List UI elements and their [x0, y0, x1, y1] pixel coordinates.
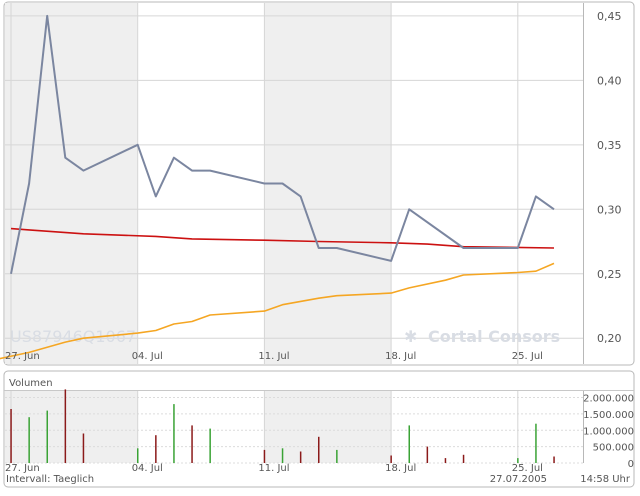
volume-bar [318, 436, 320, 463]
volume-x-tick-label: 11. Jul [258, 463, 289, 474]
price-y-tick-label: 0,25 [597, 268, 622, 281]
stock-chart: US87946Q1067 ✱ Cortal Consors 0,45 0,40 0,… [0, 1, 635, 488]
volume-panel: Volumen 2.000.000 1.500.000 1.000.000 500.0… [3, 370, 635, 488]
volume-bar [299, 451, 302, 463]
volume-x-tick-label: 27. Jun [5, 463, 40, 474]
price-y-tick-label: 0,30 [597, 203, 622, 216]
volume-bar [390, 455, 392, 463]
price-x-tick-label: 04. Jul [132, 351, 163, 362]
volume-y-tick-label: 500.000 [593, 443, 634, 454]
price-panel: US87946Q1067 ✱ Cortal Consors 0,45 0,40 0,… [0, 1, 635, 366]
interval-label: Intervall: Taeglich [6, 474, 94, 485]
volume-bar [426, 446, 429, 463]
volume-y-tick-label: 0 [628, 459, 634, 470]
volume-bar [82, 433, 85, 463]
volume-bar [263, 449, 266, 463]
timestamp-time: 14:58 Uhr [580, 474, 631, 485]
volume-y-tick-label: 1.500.000 [583, 410, 634, 421]
price-x-tick-label: 18. Jul [385, 351, 416, 362]
price-y-tick-label: 0,45 [597, 10, 622, 23]
price-y-tick-label: 0,40 [597, 74, 622, 87]
price-y-tick-label: 0,35 [597, 139, 622, 152]
week-band [5, 3, 138, 364]
price-x-tick-label: 11. Jul [258, 351, 289, 362]
week-band [5, 391, 138, 463]
volume-y-tick-label: 1.000.000 [583, 426, 634, 437]
price-x-tick-label: 25. Jul [512, 351, 543, 362]
volume-bar [336, 449, 338, 463]
price-x-tick-label: 27. Jun [5, 351, 40, 362]
volume-x-tick-label: 04. Jul [132, 463, 163, 474]
isin-watermark: US87946Q1067 [10, 327, 136, 346]
volume-bar [408, 425, 410, 463]
volume-bar [10, 409, 12, 463]
volume-title: Volumen [9, 378, 53, 389]
volume-bar [191, 425, 193, 463]
volume-y-tick-label: 2.000.000 [583, 394, 634, 405]
brand-watermark: Cortal Consors [428, 327, 560, 346]
volume-bar [137, 448, 139, 463]
volume-bar [535, 423, 537, 463]
volume-bar [462, 454, 465, 463]
volume-x-tick-label: 25. Jul [512, 463, 543, 474]
volume-bar [155, 435, 157, 463]
volume-bar [444, 458, 447, 463]
volume-bar [209, 428, 211, 463]
volume-bar [46, 410, 48, 463]
volume-bar [281, 448, 284, 463]
volume-x-tick-label: 18. Jul [385, 463, 416, 474]
price-y-tick-label: 0,20 [597, 332, 622, 345]
volume-bar [28, 417, 30, 463]
chart-stage: US87946Q1067 ✱ Cortal Consors 0,45 0,40 0,… [0, 0, 640, 492]
volume-bar [173, 404, 175, 463]
volume-bar [64, 389, 67, 463]
volume-bar [553, 456, 555, 463]
cortal-consors-logo-icon: ✱ [404, 327, 417, 346]
timestamp-date: 27.07.2005 [490, 474, 547, 485]
week-band [264, 391, 392, 463]
